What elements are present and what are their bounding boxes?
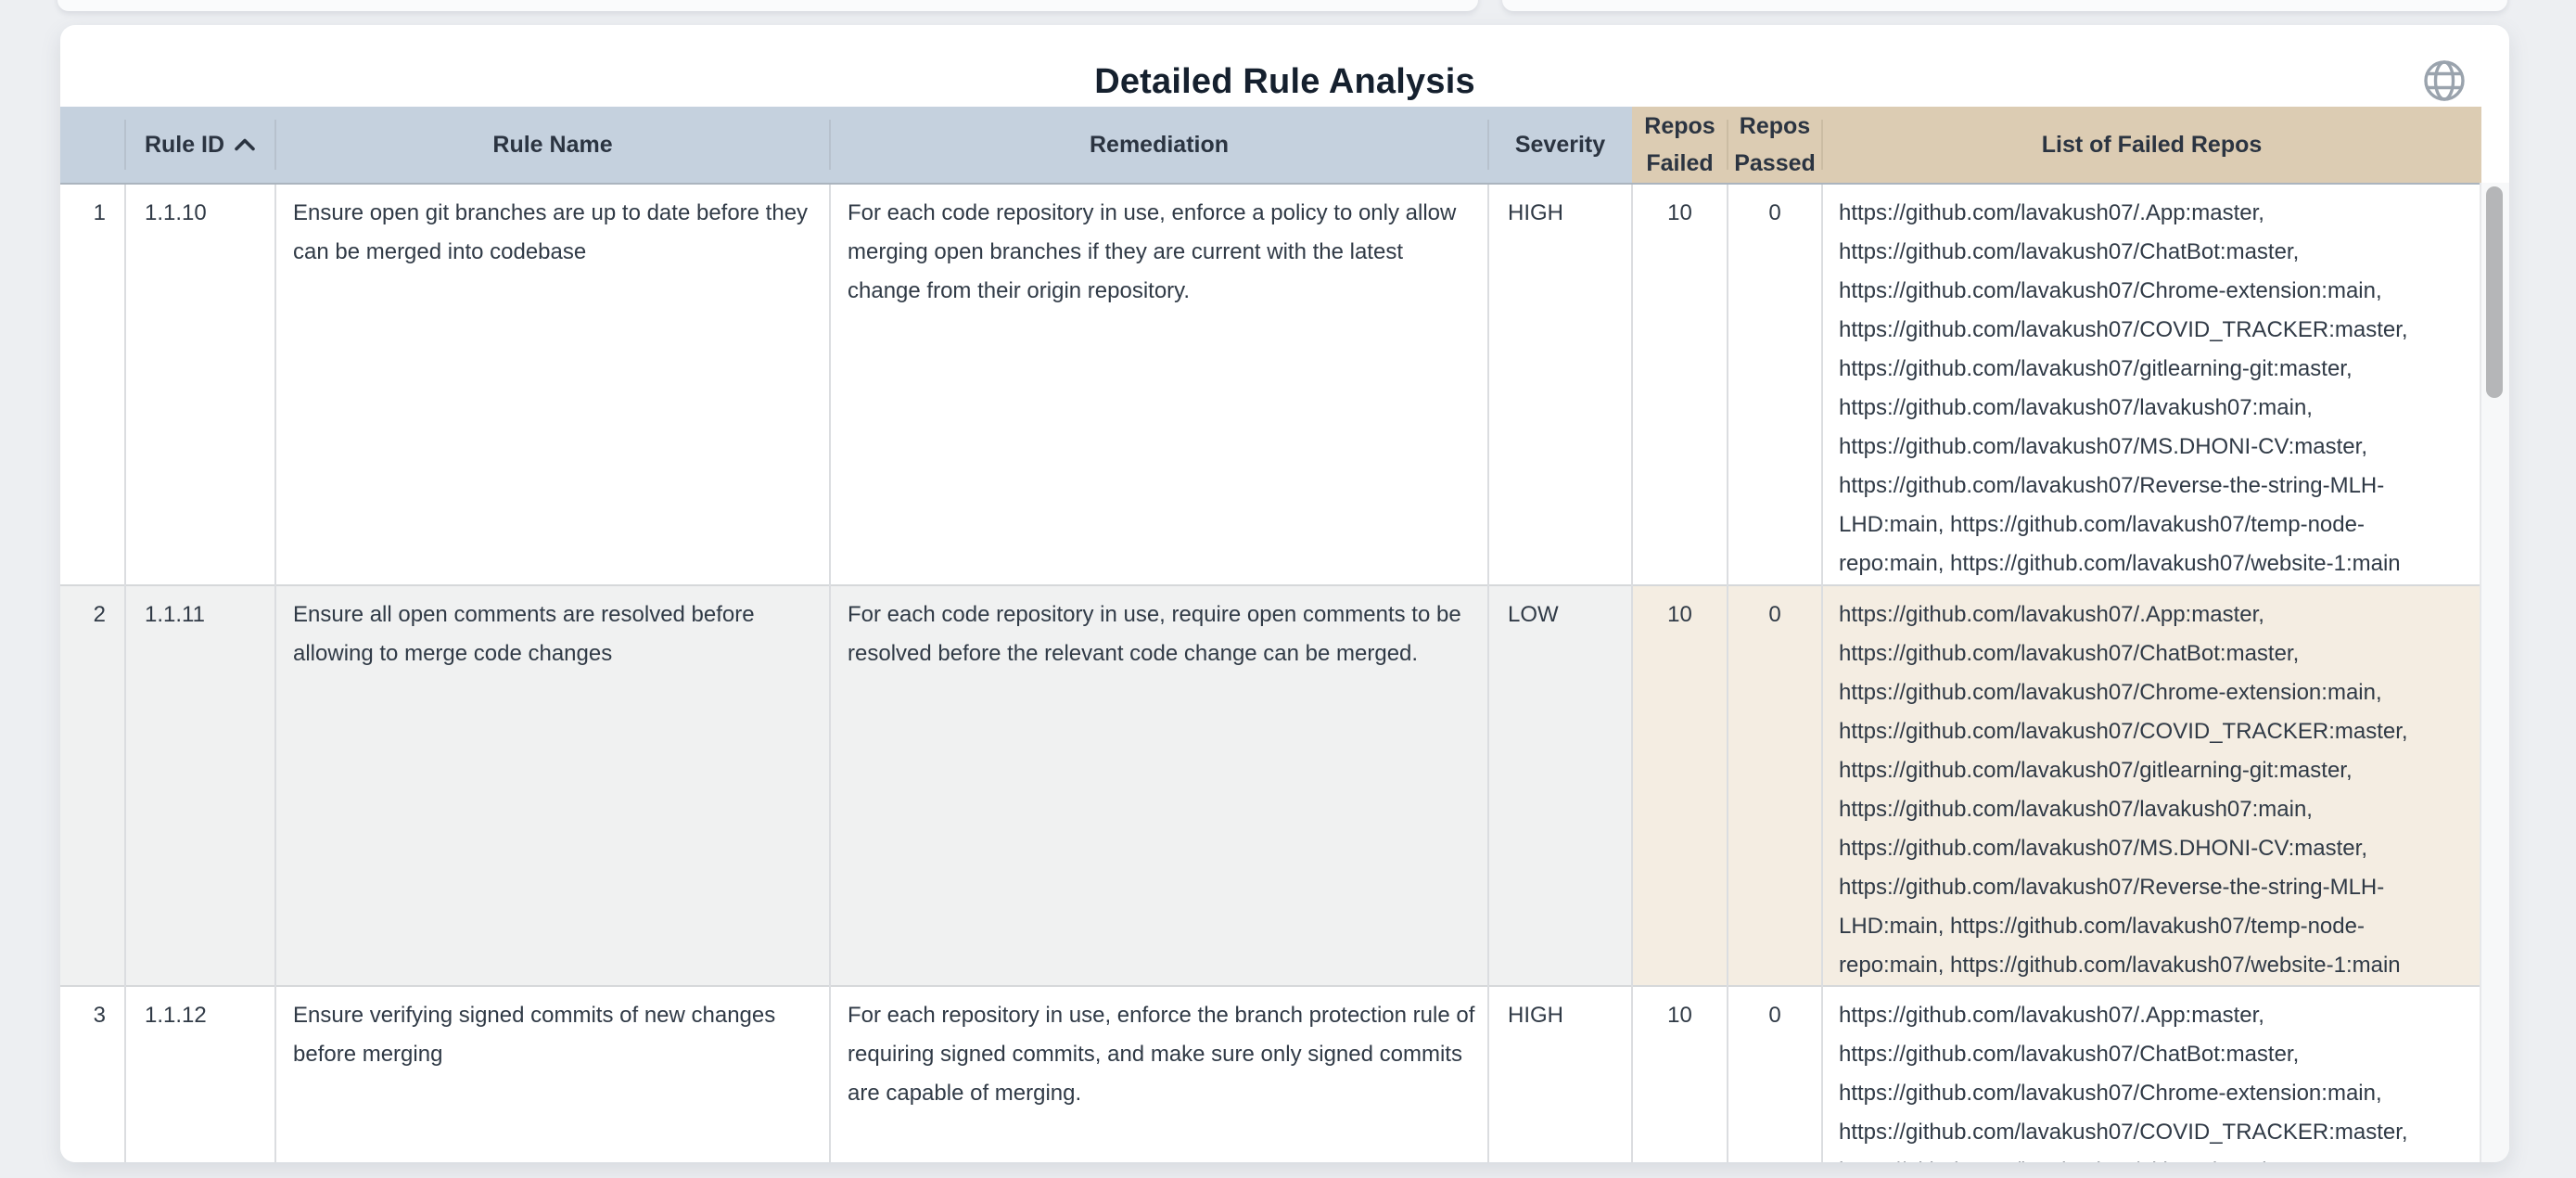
rule-name: Ensure all open comments are resolved be…	[275, 585, 830, 986]
table-header-row: Rule ID Rule Name Remediation Severity R…	[60, 107, 2481, 184]
repos-passed-count: 0	[1728, 585, 1822, 986]
severity-value: HIGH	[1488, 986, 1632, 1162]
failed-repos-list: https://github.com/lavakush07/.App:maste…	[1822, 184, 2481, 585]
page-title: Detailed Rule Analysis	[60, 62, 2509, 102]
rule-id: 1.1.12	[125, 986, 275, 1162]
rule-id: 1.1.11	[125, 585, 275, 986]
repos-failed-count: 10	[1632, 184, 1728, 585]
repos-passed-count: 0	[1728, 184, 1822, 585]
repos-passed-count: 0	[1728, 986, 1822, 1162]
column-header-repos-failed[interactable]: Repos Failed	[1632, 107, 1728, 184]
remediation: For each code repository in use, enforce…	[830, 184, 1488, 585]
failed-repos-list: https://github.com/lavakush07/.App:maste…	[1822, 585, 2481, 986]
remediation: For each repository in use, enforce the …	[830, 986, 1488, 1162]
table-row: 1 1.1.10 Ensure open git branches are up…	[60, 184, 2481, 585]
column-header-rule-id-label: Rule ID	[145, 132, 224, 158]
severity-value: LOW	[1488, 585, 1632, 986]
detailed-rule-analysis-card: Detailed Rule Analysis Rule ID	[60, 25, 2509, 1162]
globe-icon[interactable]	[2422, 58, 2467, 103]
row-index: 3	[60, 986, 125, 1162]
column-header-repos-passed[interactable]: Repos Passed	[1728, 107, 1822, 184]
repos-failed-count: 10	[1632, 585, 1728, 986]
column-header-failed-repos-list[interactable]: List of Failed Repos	[1822, 107, 2481, 184]
column-header-rule-name[interactable]: Rule Name	[275, 107, 830, 184]
table-row: 2 1.1.11 Ensure all open comments are re…	[60, 585, 2481, 986]
column-header-severity[interactable]: Severity	[1488, 107, 1632, 184]
vertical-scrollbar[interactable]	[2480, 183, 2509, 1162]
repos-failed-count: 10	[1632, 986, 1728, 1162]
scrollbar-thumb[interactable]	[2486, 186, 2503, 398]
sort-ascending-icon	[234, 137, 256, 151]
table-row: 3 1.1.12 Ensure verifying signed commits…	[60, 986, 2481, 1162]
rule-name: Ensure open git branches are up to date …	[275, 184, 830, 585]
failed-repos-list: https://github.com/lavakush07/.App:maste…	[1822, 986, 2481, 1162]
column-header-rule-id[interactable]: Rule ID	[125, 107, 275, 184]
top-card-remnant-right	[1502, 0, 2507, 11]
top-card-remnant-left	[57, 0, 1478, 11]
row-index: 2	[60, 585, 125, 986]
column-header-index	[60, 107, 125, 184]
rule-id: 1.1.10	[125, 184, 275, 585]
card-header: Detailed Rule Analysis	[60, 25, 2509, 107]
column-header-remediation[interactable]: Remediation	[830, 107, 1488, 184]
severity-value: HIGH	[1488, 184, 1632, 585]
remediation: For each code repository in use, require…	[830, 585, 1488, 986]
row-index: 1	[60, 184, 125, 585]
rule-analysis-table: Rule ID Rule Name Remediation Severity R…	[60, 107, 2509, 1162]
rule-name: Ensure verifying signed commits of new c…	[275, 986, 830, 1162]
